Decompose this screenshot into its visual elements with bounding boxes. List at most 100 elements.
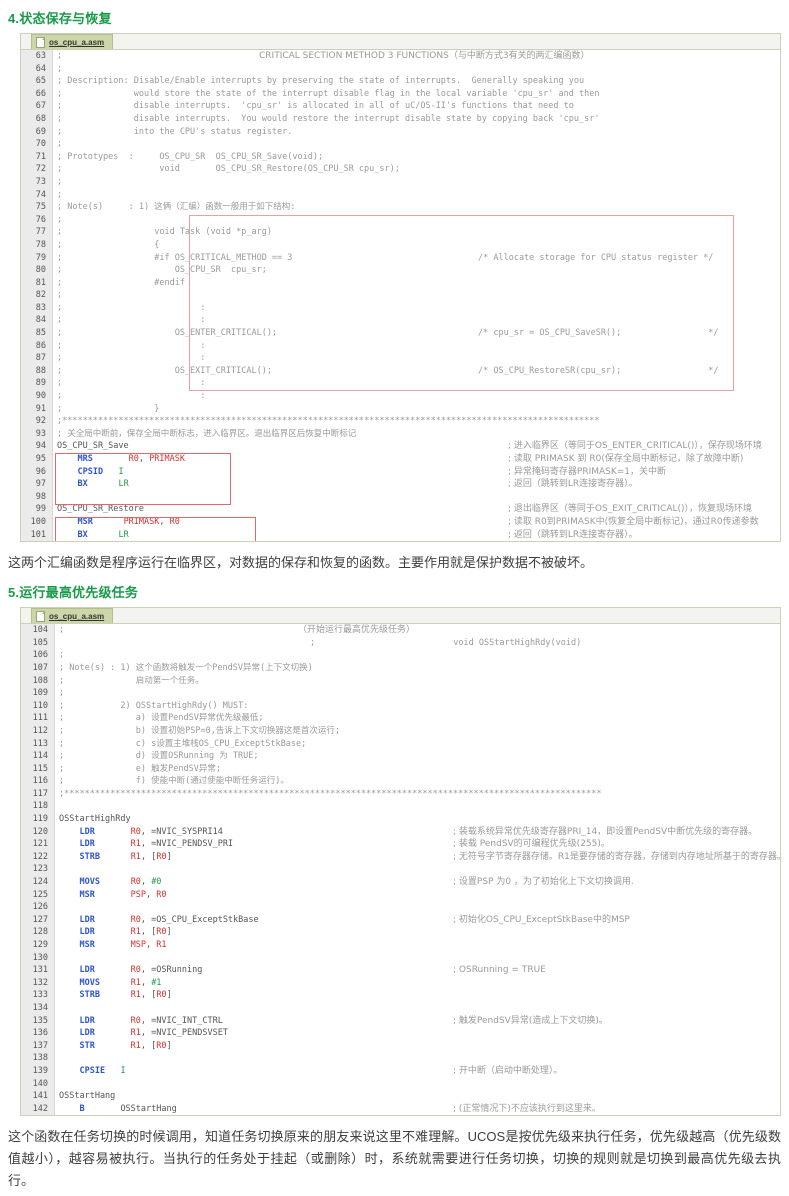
code-text: MRS R0, PRIMASK; 读取 PRIMASK 到 R0(保存全局中断标… <box>77 454 744 464</box>
line-number: 95 <box>21 453 53 466</box>
code-line: 85 ; OS_ENTER_CRITICAL();/* cpu_sr = OS_C… <box>21 327 780 340</box>
code-rows-2: 104; （开始运行最高优先级任务） 105; void OSStartHighRd… <box>21 624 780 1116</box>
paragraph-after-block-1: 这两个汇编函数是程序运行在临界区，对数据的保存和恢复的函数。主要作用就是保护数据… <box>8 555 594 571</box>
code-text: ; : <box>57 353 206 364</box>
code-text: MOVS R1, #1 <box>79 977 162 988</box>
code-line: 124 MOVS R0, #0; 设置PSP 为0 ，为了初始化上下文切换调用. <box>21 876 780 889</box>
code-text: ; 2) OSStartHighRdy() MUST: <box>59 700 249 711</box>
code-text: ; void OS_CPU_SR_Restore(OS_CPU_SR cpu_s… <box>57 164 400 175</box>
line-number: 121 <box>21 838 55 851</box>
code-inline-comment: ; 退出临界区（等同于OS_EXIT_CRITICAL()），恢复现场环境 <box>508 504 753 515</box>
code-text: ; <box>57 290 63 301</box>
line-number: 75 <box>21 201 53 214</box>
code-text: ; : <box>57 378 206 389</box>
code-line: 96 CPSID I; 异常掩码寄存器PRIMASK=1，关中断 <box>21 465 780 479</box>
code-line: 98 <box>21 490 780 504</box>
code-line: 69 ; into the CPU's status register. <box>21 125 780 139</box>
code-line: 97 BX LR; 返回（跳转到LR连接寄存器）。 <box>21 478 780 491</box>
file-icon <box>36 610 45 622</box>
code-line: 80 ; OS_CPU_SR cpu_sr; <box>21 264 780 277</box>
code-text: LDR R1, =NVIC_PENDSVSET <box>79 1028 228 1039</box>
code-text: ; : <box>57 340 206 351</box>
code-text: ; OS_CPU_SR cpu_sr; <box>57 265 267 276</box>
line-number: 82 <box>21 289 53 302</box>
code-line: 64; <box>21 62 780 76</box>
code-rows-1: 63; CRITICAL SECTION METHOD 3 FUNCTIONS（与… <box>21 50 780 542</box>
code-tab-label: os_cpu_a.asm <box>49 37 105 47</box>
code-line: 125 MSR PSP, R0 <box>21 888 780 902</box>
code-line: 112 ; b) 设置初始PSP=0,告诉上下文切换器这是首次运行; <box>21 724 780 738</box>
code-line: 72 ; void OS_CPU_SR_Restore(OS_CPU_SR cpu… <box>21 163 780 176</box>
line-number: 116 <box>21 775 55 788</box>
line-number: 91 <box>21 402 53 416</box>
code-inline-comment: ; 设置PSP 为0 ，为了初始化上下文切换调用. <box>453 877 634 888</box>
code-tab-os-cpu-a-asm-1[interactable]: os_cpu_a.asm <box>31 34 114 49</box>
code-inline-comment: ; 异常掩码寄存器PRIMASK=1，关中断 <box>508 466 667 477</box>
line-number: 94 <box>21 440 53 453</box>
line-number: 77 <box>21 226 53 239</box>
code-line: 95 MRS R0, PRIMASK; 读取 PRIMASK 到 R0(保存全局… <box>21 453 780 466</box>
code-line: 91 ; } <box>21 402 780 416</box>
code-inline-comment: ; 装载 PendSV的可编程优先级(255)。 <box>453 839 610 850</box>
line-number: 78 <box>21 238 53 252</box>
line-number: 109 <box>21 687 55 700</box>
code-line: 119 OSStartHighRdy <box>21 813 780 826</box>
code-text: ; a) 设置PendSV异常优先级最低; <box>59 713 264 724</box>
line-number: 129 <box>21 939 55 952</box>
line-number: 113 <box>21 737 55 751</box>
code-line: 82; <box>21 289 780 302</box>
code-text: B OSStartHang; (正常情况下)不应该执行到这里来。 <box>79 1103 601 1114</box>
code-inline-comment: ; 读取 PRIMASK 到 R0(保存全局中断标记，除了故障中断) <box>508 454 744 464</box>
code-line: 134 <box>21 1001 780 1015</box>
code-text: ; 启动第一个任务。 <box>59 675 204 686</box>
code-text: ; Prototypes : OS_CPU_SR OS_CPU_SR_Save(… <box>57 151 324 162</box>
line-number: 90 <box>21 390 53 403</box>
code-inline-comment: ; 装载系统异常优先级寄存器PRI_14，即设置PendSV中断优先级的寄存器。 <box>453 826 758 837</box>
code-line: 121 LDR R1, =NVIC_PENDSV_PRI; 装载 PendSV的… <box>21 838 780 851</box>
code-line: 131 LDR R0, =OSRunning; OSRunning = TRUE <box>21 964 780 977</box>
line-number: 112 <box>21 724 55 738</box>
code-line: 76; <box>21 213 780 227</box>
code-line: 105 ; void OSStartHighRdy(void) <box>21 636 780 650</box>
code-line: 142 B OSStartHang; (正常情况下)不应该执行到这里来。 <box>21 1102 780 1116</box>
line-number: 87 <box>21 352 53 365</box>
code-line: 90 ; : <box>21 390 780 403</box>
line-number: 93 <box>21 427 53 441</box>
code-text: ; 关全局中断前，保存全局中断标志，进入临界区。退出临界区后恢复中断标记 <box>57 428 357 439</box>
line-number: 108 <box>21 674 55 688</box>
code-text: MOVS R0, #0; 设置PSP 为0 ，为了初始化上下文切换调用. <box>79 877 634 888</box>
code-text: ; : <box>57 391 206 402</box>
code-line: 83 ; : <box>21 301 780 315</box>
code-body-2[interactable]: 104; （开始运行最高优先级任务） 105; void OSStartHighRd… <box>21 624 780 1116</box>
code-line: 136 LDR R1, =NVIC_PENDSVSET <box>21 1027 780 1040</box>
line-number: 130 <box>21 951 55 965</box>
line-number: 111 <box>21 712 55 725</box>
line-number: 92 <box>21 415 53 428</box>
line-number: 118 <box>21 800 55 814</box>
code-line: 108 ; 启动第一个任务。 <box>21 674 780 688</box>
code-inline-comment: ; 进入临界区（等同于OS_ENTER_CRITICAL()），保存现场环境 <box>508 441 762 452</box>
code-line: 70; <box>21 138 780 151</box>
line-number: 117 <box>21 787 55 801</box>
code-text: BX LR; 返回（跳转到LR连接寄存器）。 <box>77 479 638 490</box>
line-number: 119 <box>21 813 55 826</box>
line-number: 86 <box>21 339 53 353</box>
code-line: 79 ; #if OS_CRITICAL_METHOD == 3/* Alloca… <box>21 251 780 265</box>
code-text: ;***************************************… <box>57 416 600 427</box>
code-tab-os-cpu-a-asm-2[interactable]: os_cpu_a.asm <box>31 608 114 624</box>
file-icon <box>36 36 45 48</box>
code-text: ; { <box>57 239 160 250</box>
code-body-1[interactable]: 63; CRITICAL SECTION METHOD 3 FUNCTIONS（与… <box>21 50 780 542</box>
code-text: ; <box>57 139 63 150</box>
code-line: 73; <box>21 175 780 189</box>
code-text: BX LR; 返回（跳转到LR连接寄存器）。 <box>77 529 638 540</box>
code-line: 109; <box>21 687 780 700</box>
line-number: 64 <box>21 62 53 76</box>
code-text: ; disable interrupts. 'cpu_sr' is alloca… <box>57 101 574 112</box>
code-text: MSR PRIMASK, R0; 读取 R0到PRIMASK中(恢复全局中断标记… <box>77 516 759 527</box>
code-line: 104 ; （开始运行最高优先级任务） <box>21 624 780 637</box>
code-line: 75 ; Note(s) : 1) 这俩（汇编）函数一般用于如下结构: <box>21 201 780 214</box>
